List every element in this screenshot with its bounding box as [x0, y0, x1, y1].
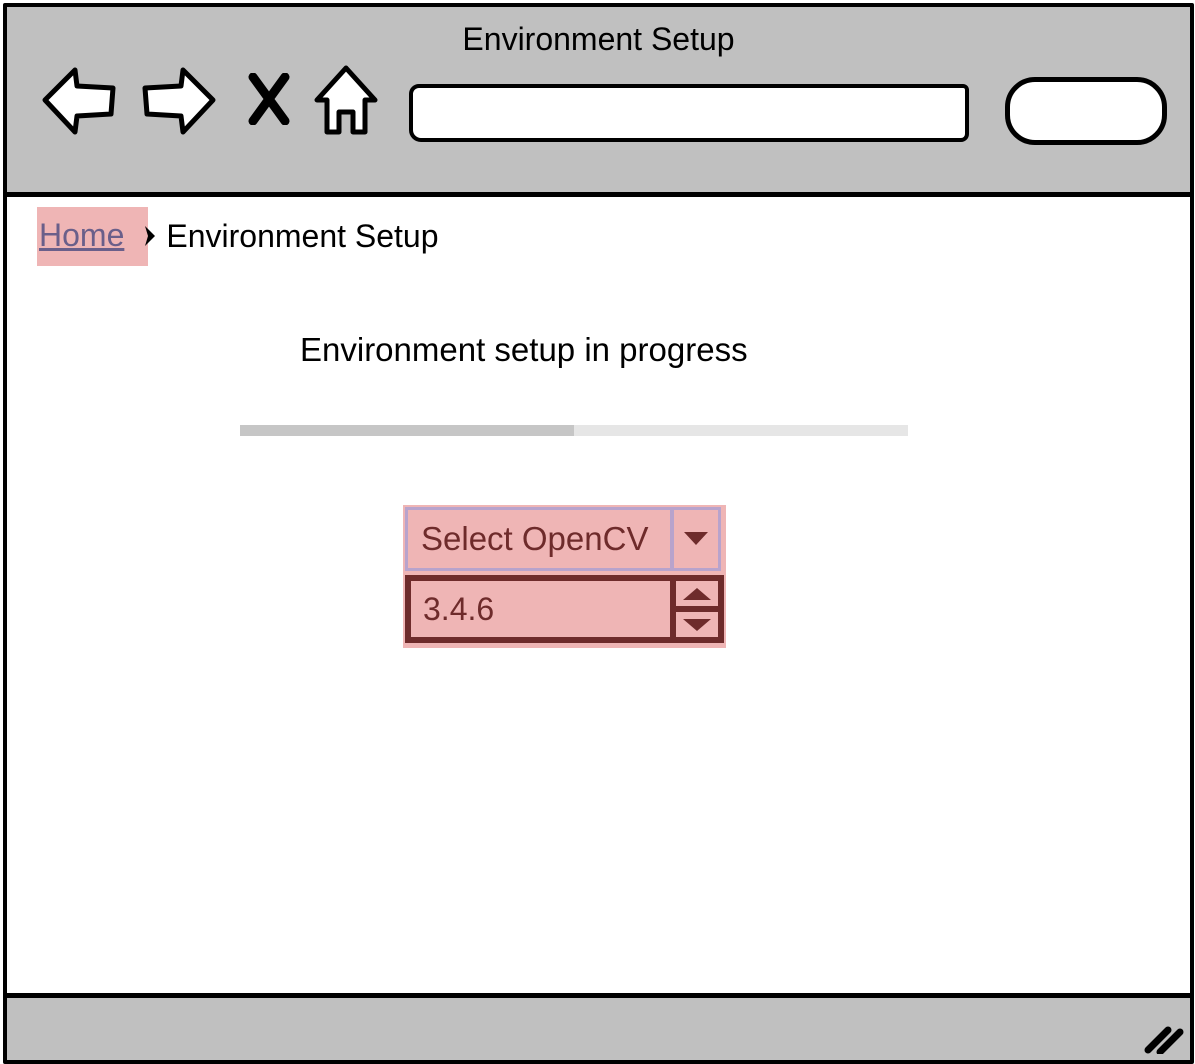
chevron-down-icon [684, 532, 708, 545]
progress-fill [240, 425, 574, 436]
chevron-down-icon [683, 618, 711, 631]
setup-status-text: Environment setup in progress [300, 331, 748, 368]
forward-arrow-icon[interactable] [139, 62, 219, 138]
breadcrumb-current: Environment Setup [166, 217, 439, 254]
breadcrumb-home-link[interactable]: Home [37, 206, 149, 266]
address-bar[interactable] [409, 84, 969, 142]
opencv-select[interactable]: Select OpenCV [405, 507, 721, 571]
home-icon[interactable] [313, 62, 379, 138]
chevron-up-icon [683, 587, 711, 600]
close-icon[interactable] [245, 73, 293, 125]
search-input[interactable] [1005, 77, 1167, 145]
breadcrumb: Home Environment Setup [37, 206, 439, 266]
setup-progress-bar [240, 425, 908, 436]
opencv-version-picker: Select OpenCV 3.4.6 [403, 505, 726, 648]
back-arrow-icon[interactable] [39, 62, 119, 138]
resize-grip-icon[interactable] [1144, 1024, 1184, 1054]
opencv-version-stepper[interactable]: 3.4.6 [405, 575, 724, 643]
opencv-select-label: Select OpenCV [421, 520, 649, 557]
status-bar [7, 993, 1190, 1060]
chevron-right-icon [145, 226, 156, 246]
opencv-version-value[interactable]: 3.4.6 [411, 581, 670, 637]
stepper-buttons [676, 581, 718, 637]
browser-toolbar: Environment Setup [7, 7, 1190, 197]
stepper-increment-button[interactable] [676, 581, 718, 606]
stepper-decrement-button[interactable] [676, 612, 718, 637]
browser-window: Environment Setup Home Environment Setup… [3, 3, 1194, 1064]
dropdown-button[interactable] [670, 510, 718, 568]
window-title: Environment Setup [462, 21, 735, 57]
